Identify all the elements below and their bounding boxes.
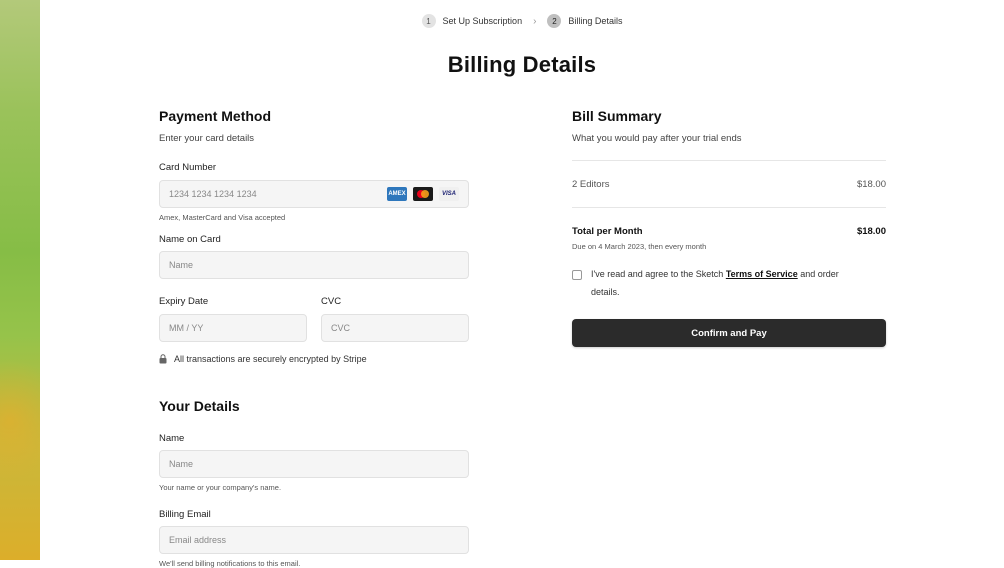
step-set-up-subscription[interactable]: 1 Set Up Subscription bbox=[421, 14, 523, 28]
expiry-date-input[interactable]: MM / YY bbox=[159, 314, 307, 342]
bill-summary-heading: Bill Summary bbox=[572, 108, 662, 124]
payment-column: Payment Method Enter your card details C… bbox=[159, 108, 469, 568]
cvc-input[interactable]: CVC bbox=[321, 314, 469, 342]
billing-email-label: Billing Email bbox=[159, 509, 211, 520]
decorative-gradient-strip bbox=[0, 0, 40, 560]
cards-accepted-hint: Amex, MasterCard and Visa accepted bbox=[159, 213, 286, 222]
expiry-date-label: Expiry Date bbox=[159, 296, 209, 307]
progress-stepper: 1 Set Up Subscription › 2 Billing Detail… bbox=[40, 14, 1004, 28]
line-item-value: $18.00 bbox=[856, 178, 886, 190]
amex-icon: AMEX bbox=[387, 187, 407, 201]
total-label: Total per Month bbox=[572, 226, 643, 237]
expiry-date-placeholder: MM / YY bbox=[169, 323, 204, 333]
card-number-input[interactable]: 1234 1234 1234 1234 AMEX VISA bbox=[159, 180, 469, 208]
payment-method-heading: Payment Method bbox=[159, 108, 272, 124]
lock-icon bbox=[159, 354, 167, 364]
card-number-label: Card Number bbox=[159, 162, 217, 173]
card-number-placeholder: 1234 1234 1234 1234 bbox=[169, 189, 257, 199]
name-hint: Your name or your company's name. bbox=[159, 483, 282, 492]
page-title: Billing Details bbox=[447, 52, 597, 77]
terms-row: I've read and agree to the Sketch Terms … bbox=[572, 269, 886, 301]
card-logos: AMEX VISA bbox=[387, 187, 459, 201]
step-billing-details: 2 Billing Details bbox=[547, 14, 622, 28]
payment-method-subtitle: Enter your card details bbox=[159, 133, 255, 144]
bill-summary-column: Bill Summary What you would pay after yo… bbox=[572, 108, 886, 347]
divider bbox=[572, 207, 886, 208]
billing-email-hint: We'll send billing notifications to this… bbox=[159, 559, 301, 568]
secure-note: All transactions are securely encrypted … bbox=[159, 354, 469, 364]
name-input[interactable]: Name bbox=[159, 450, 469, 478]
name-on-card-label: Name on Card bbox=[159, 234, 221, 245]
chevron-right-icon: › bbox=[533, 15, 537, 27]
mastercard-icon bbox=[413, 187, 433, 201]
line-item-row: 2 Editors $18.00 bbox=[572, 161, 886, 207]
step-number: 1 bbox=[421, 14, 436, 28]
bill-summary-subtitle: What you would pay after your trial ends bbox=[572, 133, 742, 144]
cvc-group: CVC CVC bbox=[321, 296, 469, 342]
terms-line2: details. bbox=[591, 287, 620, 297]
cvc-label: CVC bbox=[321, 296, 342, 307]
confirm-and-pay-button[interactable]: Confirm and Pay bbox=[572, 319, 886, 347]
step-number: 2 bbox=[547, 14, 562, 28]
cvc-placeholder: CVC bbox=[331, 323, 351, 333]
name-on-card-input[interactable]: Name bbox=[159, 251, 469, 279]
expiry-cvc-row: Expiry Date MM / YY CVC CVC bbox=[159, 296, 469, 342]
terms-text: I've read and agree to the Sketch Terms … bbox=[591, 265, 839, 301]
terms-of-service-link[interactable]: Terms of Service bbox=[726, 269, 798, 279]
step-label: Billing Details bbox=[568, 16, 623, 26]
name-label: Name bbox=[159, 433, 185, 444]
total-value: $18.00 bbox=[856, 226, 886, 237]
total-row: Total per Month $18.00 bbox=[572, 226, 886, 237]
name-placeholder: Name bbox=[169, 459, 194, 469]
your-details-heading: Your Details bbox=[159, 398, 240, 414]
terms-suffix: and order bbox=[800, 269, 839, 279]
step-label: Set Up Subscription bbox=[442, 16, 523, 26]
terms-prefix: I've read and agree to the Sketch bbox=[591, 269, 724, 279]
due-note: Due on 4 March 2023, then every month bbox=[572, 242, 707, 251]
billing-email-input[interactable]: Email address bbox=[159, 526, 469, 554]
expiry-group: Expiry Date MM / YY bbox=[159, 296, 307, 342]
terms-checkbox[interactable] bbox=[572, 270, 582, 280]
billing-page: 1 Set Up Subscription › 2 Billing Detail… bbox=[40, 0, 1004, 568]
visa-icon: VISA bbox=[439, 187, 459, 201]
billing-email-placeholder: Email address bbox=[169, 535, 227, 545]
name-on-card-placeholder: Name bbox=[169, 260, 194, 270]
line-item-label: 2 Editors bbox=[572, 178, 610, 190]
secure-note-text: All transactions are securely encrypted … bbox=[174, 354, 367, 364]
